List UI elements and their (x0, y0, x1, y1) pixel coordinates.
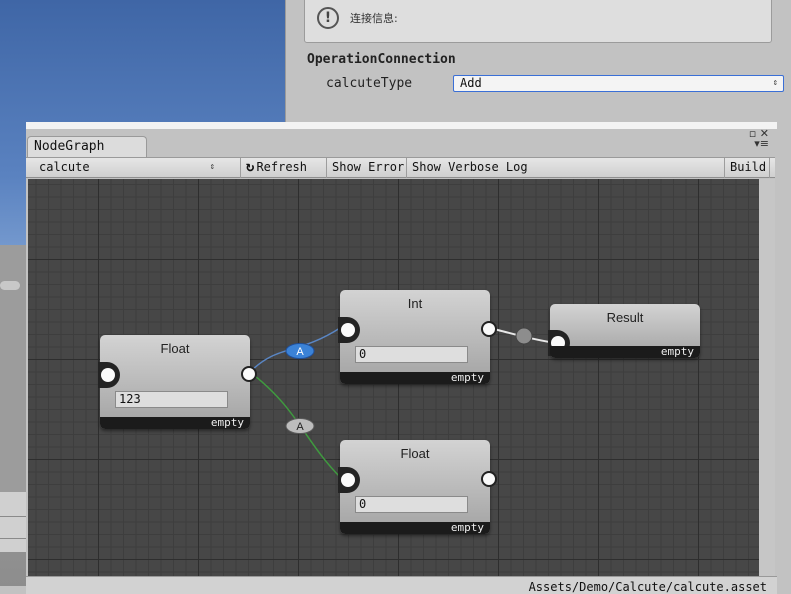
connection-badge-a[interactable]: A (285, 418, 315, 434)
input-port[interactable] (338, 317, 360, 343)
scene-slider-knob[interactable] (0, 281, 20, 290)
reroute-knob[interactable] (515, 327, 533, 345)
node-title: Float (160, 341, 190, 356)
connection-badge-a-selected[interactable]: A (285, 343, 315, 359)
float-value-field[interactable]: 123 (115, 391, 228, 408)
updown-arrow-icon: ⇕ (772, 78, 778, 88)
node-int[interactable]: Int 0 empty (338, 290, 497, 384)
node-status: empty (340, 372, 490, 384)
help-text: 连接信息: (350, 12, 398, 25)
warning-icon: ! (317, 7, 339, 29)
node-float-b[interactable]: Float 0 empty (338, 440, 497, 534)
vertical-scrollbar[interactable] (759, 179, 775, 576)
build-button[interactable]: Build (724, 158, 770, 178)
connection-badge-label: A (296, 346, 304, 358)
node-title: Float (400, 446, 430, 461)
graph-select-dropdown[interactable]: calcute ⇕ (34, 158, 221, 178)
calcute-type-value: Add (460, 76, 482, 90)
show-verbose-log-button[interactable]: Show Verbose Log (406, 158, 536, 178)
nodegraph-window: NodeGraph ▫ ✕ ▾≡ calcute ⇕ ↻ Refresh Show… (26, 122, 777, 594)
graph-canvas[interactable]: A A Float 123 empty Int 0 empty Result e… (28, 179, 759, 576)
refresh-label: Refresh (256, 160, 308, 174)
asset-path: Assets/Demo/Calcute/calcute.asset (528, 580, 767, 594)
input-port[interactable] (98, 362, 120, 388)
inspector-panel: ! 连接信息: OperationConnection calcuteType … (285, 0, 791, 122)
output-port[interactable] (481, 471, 497, 487)
calcute-type-label: calcuteType (326, 76, 413, 91)
node-status: empty (100, 417, 250, 429)
node-result[interactable]: Result empty (548, 304, 700, 358)
graph-select-value: calcute (39, 160, 90, 174)
show-error-button[interactable]: Show Error (326, 158, 406, 178)
node-status: empty (340, 522, 490, 534)
node-title: Result (606, 310, 644, 325)
node-float-a[interactable]: Float 123 empty (98, 335, 257, 429)
refresh-icon: ↻ (246, 159, 255, 175)
help-box: ! 连接信息: (304, 0, 772, 43)
input-port[interactable] (338, 467, 360, 493)
section-title: OperationConnection (307, 52, 456, 67)
float-value-field[interactable]: 0 (355, 496, 468, 513)
menu-icon[interactable]: ▾≡ (754, 137, 769, 150)
status-bar: Assets/Demo/Calcute/calcute.asset (26, 576, 777, 594)
calcute-type-dropdown[interactable]: Add ⇕ (453, 75, 784, 92)
int-value-field[interactable]: 0 (355, 346, 468, 363)
connection-badge-label: A (296, 421, 304, 433)
tab-nodegraph[interactable]: NodeGraph (27, 136, 147, 157)
output-port[interactable] (241, 366, 257, 382)
refresh-button[interactable]: ↻ Refresh (240, 158, 328, 178)
output-port[interactable] (481, 321, 497, 337)
node-title: Int (407, 296, 423, 311)
toolbar: calcute ⇕ ↻ Refresh Show Error Show Verbo… (26, 157, 775, 178)
node-status: empty (550, 346, 700, 358)
window-controls: ▫ ✕ ▾≡ (749, 128, 769, 150)
updown-arrow-icon: ⇕ (209, 162, 215, 172)
